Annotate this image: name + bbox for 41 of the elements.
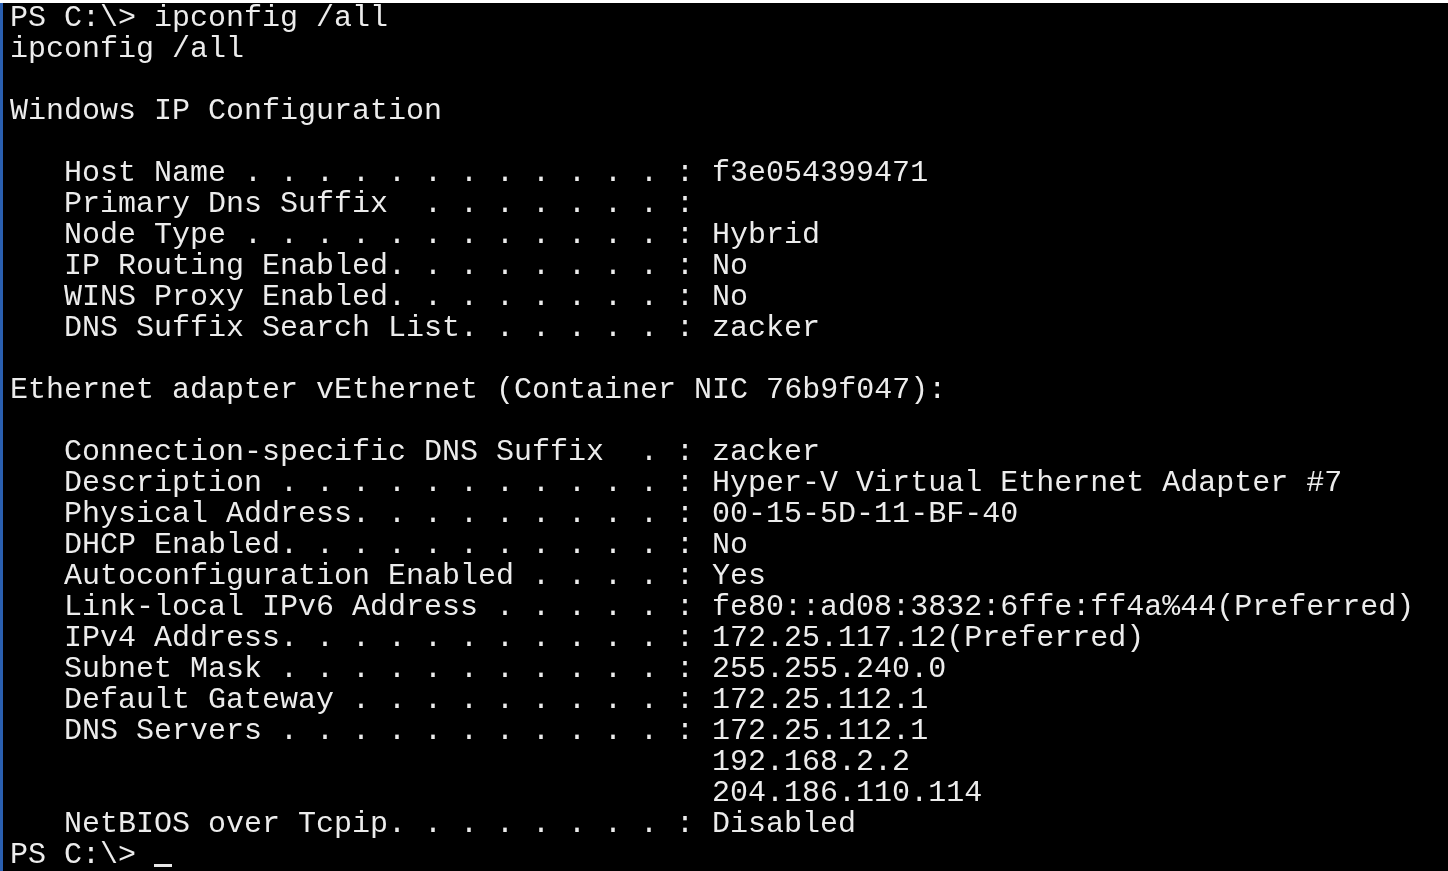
field-label: DNS Servers . . . . . . . . . . . : (64, 714, 695, 748)
field-label: IP Routing Enabled. . . . . . . . : (64, 249, 695, 283)
field-value: 00-15-5D-11-BF-40 (712, 499, 1019, 530)
field-value: 172.25.112.1 (712, 685, 929, 716)
field-value: 172.25.117.12(Preferred) (712, 623, 1145, 654)
field-value: 204.186.110.114 (712, 778, 983, 809)
command-text: ipconfig /all (154, 3, 389, 34)
echo-text: ipconfig /all (10, 34, 245, 65)
field-label: NetBIOS over Tcpip. . . . . . . . : (64, 807, 695, 841)
field-value: Hybrid (712, 220, 821, 251)
field-value: 172.25.112.1 (712, 716, 929, 747)
field-label: Connection-specific DNS Suffix . : (64, 435, 695, 469)
field-value: zacker (712, 437, 821, 468)
field-label: WINS Proxy Enabled. . . . . . . . : (64, 280, 695, 314)
field-value: Hyper-V Virtual Ethernet Adapter #7 (712, 468, 1343, 499)
field-value: fe80::ad08:3832:6ffe:ff4a%44(Preferred) (712, 592, 1415, 623)
field-label: Primary Dns Suffix . . . . . . . : (64, 187, 695, 221)
field-label: IPv4 Address. . . . . . . . . . . : (64, 621, 695, 655)
field-label: Physical Address. . . . . . . . . : (64, 497, 695, 531)
field-label: Link-local IPv6 Address . . . . . : (64, 590, 695, 624)
field-value: No (712, 251, 749, 282)
field-label: Host Name . . . . . . . . . . . . : (64, 156, 695, 190)
field-label: Default Gateway . . . . . . . . . : (64, 683, 695, 717)
field-value: f3e054399471 (712, 158, 929, 189)
section-heading: Ethernet adapter vEthernet (Container NIC 76b9f047): (10, 375, 947, 406)
field-label: DHCP Enabled. . . . . . . . . . . : (64, 528, 695, 562)
field-label: Node Type . . . . . . . . . . . . : (64, 218, 695, 252)
section-heading: Windows IP Configuration (10, 96, 443, 127)
field-value: No (712, 282, 749, 313)
field-value: No (712, 530, 749, 561)
field-label: Subnet Mask . . . . . . . . . . . : (64, 652, 695, 686)
field-label: Autoconfiguration Enabled . . . . : (64, 559, 695, 593)
field-label: Description . . . . . . . . . . . : (64, 466, 695, 500)
field-value: 255.255.240.0 (712, 654, 947, 685)
field-value: Disabled (712, 809, 857, 840)
field-value: Yes (712, 561, 767, 592)
field-value: 192.168.2.2 (712, 747, 911, 778)
prompt-text: PS C:\> (10, 840, 137, 871)
field-label: DNS Suffix Search List. . . . . . : (64, 311, 695, 345)
prompt-text: PS C:\> (10, 3, 137, 34)
field-value: zacker (712, 313, 821, 344)
